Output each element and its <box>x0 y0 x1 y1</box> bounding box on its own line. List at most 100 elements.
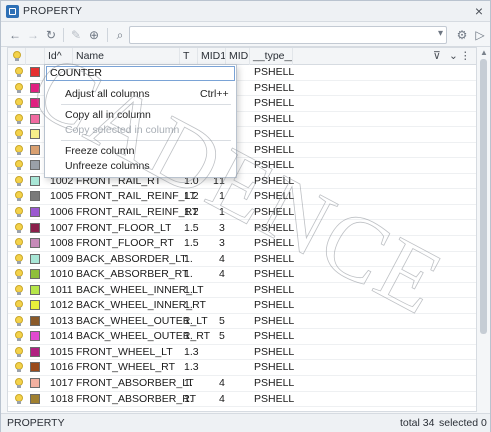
color-swatch[interactable] <box>30 82 40 93</box>
color-swatch[interactable] <box>30 331 40 342</box>
lightbulb-icon[interactable] <box>15 113 23 125</box>
color-swatch[interactable] <box>30 206 40 217</box>
cell-mid: 5 <box>219 314 225 327</box>
color-swatch[interactable] <box>30 253 40 264</box>
vertical-scrollbar[interactable]: ▲ <box>478 47 489 412</box>
cell-mid: 4 <box>219 252 225 265</box>
column-header-t[interactable]: T <box>180 48 198 65</box>
lightbulb-icon[interactable] <box>15 144 23 156</box>
table-row[interactable]: 1016 FRONT_WHEEL_RT 1.3 PSHELL <box>8 360 476 376</box>
table-row[interactable]: 1013 BACK_WHEEL_OUTER_LT 1. 5 PSHELL <box>8 314 476 330</box>
lightbulb-icon[interactable] <box>15 346 23 358</box>
color-swatch[interactable] <box>30 67 40 77</box>
zoom-icon[interactable]: ⊕ <box>85 26 103 44</box>
color-swatch[interactable] <box>30 144 40 155</box>
color-swatch[interactable] <box>30 222 40 233</box>
color-swatch[interactable] <box>30 175 40 186</box>
lightbulb-icon[interactable] <box>15 238 23 249</box>
column-header-type[interactable]: __type__ <box>250 48 293 65</box>
lightbulb-icon[interactable] <box>15 315 23 327</box>
color-swatch[interactable] <box>30 300 40 311</box>
table-row[interactable]: 1010 BACK_ABSORBER_RT 1. 4 PSHELL <box>8 267 476 283</box>
lightbulb-icon[interactable] <box>15 222 23 234</box>
lightbulb-icon[interactable] <box>15 331 23 342</box>
table-row[interactable]: 1008 FRONT_FLOOR_RT 1.5 3 PSHELL <box>8 236 476 252</box>
color-swatch[interactable] <box>30 346 40 357</box>
search-dropdown-icon[interactable]: ▾ <box>438 28 443 39</box>
lightbulb-icon[interactable] <box>15 175 23 187</box>
cell-id: 1015 <box>50 345 74 358</box>
cell-name: FRONT_FLOOR_RT <box>76 237 174 250</box>
cell-t: 1. <box>184 377 193 389</box>
color-swatch[interactable] <box>30 315 40 326</box>
search-field[interactable] <box>130 27 426 43</box>
color-swatch[interactable] <box>30 160 40 171</box>
table-row[interactable]: 1015 FRONT_WHEEL_LT 1.3 PSHELL <box>8 345 476 361</box>
lightbulb-icon[interactable] <box>15 191 23 202</box>
cell-mid: 3 <box>219 237 225 250</box>
table-row[interactable]: 1006 FRONT_RAIL_REINF_RT 1.2 1 PSHELL <box>8 205 476 221</box>
color-swatch[interactable] <box>30 378 40 388</box>
color-swatch[interactable] <box>30 191 40 202</box>
lightbulb-icon[interactable] <box>15 362 23 373</box>
lightbulb-icon[interactable] <box>15 129 23 140</box>
cell-t: 1.3 <box>184 361 199 374</box>
play-icon[interactable]: ▷ <box>471 26 489 44</box>
color-swatch[interactable] <box>30 129 40 140</box>
color-swatch[interactable] <box>30 238 40 249</box>
lightbulb-icon[interactable] <box>15 206 23 218</box>
column-header-color[interactable] <box>26 48 45 65</box>
lightbulb-icon[interactable] <box>15 393 23 405</box>
table-row[interactable]: 1011 BACK_WHEEL_INNER_LT 1. PSHELL <box>8 283 476 299</box>
cell-id: 1009 <box>50 252 74 265</box>
color-swatch[interactable] <box>30 98 40 109</box>
color-swatch[interactable] <box>30 269 40 280</box>
column-header-visibility[interactable] <box>8 48 26 65</box>
lightbulb-icon[interactable] <box>15 82 23 94</box>
lightbulb-icon[interactable] <box>15 160 23 171</box>
table-row[interactable]: 1012 BACK_WHEEL_INNER_RT 1. PSHELL <box>8 298 476 314</box>
lightbulb-icon[interactable] <box>15 300 23 311</box>
lightbulb-icon[interactable] <box>15 269 23 280</box>
lightbulb-icon[interactable] <box>15 98 23 109</box>
scrollbar-thumb[interactable] <box>480 59 487 334</box>
refresh-icon[interactable]: ↻ <box>42 26 60 44</box>
menu-item-freeze-column[interactable]: Freeze column <box>65 145 134 157</box>
lightbulb-icon[interactable] <box>15 378 23 389</box>
table-row[interactable]: 1009 BACK_ABSORDER_LT 1. 4 PSHELL <box>8 252 476 268</box>
search-input[interactable]: ▾ <box>129 26 447 44</box>
table-row[interactable]: 1007 FRONT_FLOOR_LT 1.5 3 PSHELL <box>8 221 476 236</box>
pin-icon[interactable]: ✎ <box>67 26 85 44</box>
search-icon[interactable]: ⌕ <box>111 26 129 44</box>
filter-icon[interactable]: ⊽ <box>430 48 446 65</box>
lightbulb-icon[interactable] <box>15 67 23 78</box>
table-row[interactable]: 1018 FRONT_ABSORBER_RT 1. 4 PSHELL <box>8 392 476 408</box>
cell-id: 1008 <box>50 237 74 250</box>
column-header-id[interactable]: Id^ <box>45 48 73 65</box>
color-swatch[interactable] <box>30 393 40 404</box>
color-swatch[interactable] <box>30 113 40 124</box>
menu-item-copy-all-in-column[interactable]: Copy all in column <box>65 109 151 121</box>
color-swatch[interactable] <box>30 362 40 373</box>
settings-icon[interactable]: ⚙ <box>453 26 471 44</box>
menu-item-unfreeze-columns[interactable]: Unfreeze columns <box>65 160 150 172</box>
table-row[interactable]: 1005 FRONT_RAIL_REINF_LT 1.2 1 PSHELL <box>8 189 476 205</box>
lightbulb-icon[interactable] <box>15 253 23 265</box>
lightbulb-icon[interactable] <box>15 284 23 296</box>
column-name-input[interactable]: COUNTER <box>46 66 235 81</box>
forward-arrow-icon[interactable]: → <box>24 26 42 44</box>
table-row[interactable]: 1014 BACK_WHEEL_OUTER_RT 1. 5 PSHELL <box>8 329 476 345</box>
menu-item-adjust-all-columns[interactable]: Adjust all columns <box>65 88 150 100</box>
cell-t: 1. <box>184 314 193 327</box>
table-row[interactable]: 1017 FRONT_ABSORBER_LT 1. 4 PSHELL <box>8 376 476 392</box>
column-settings-icon[interactable]: ⋮ <box>457 48 473 65</box>
color-swatch[interactable] <box>30 284 40 295</box>
column-header-mid1[interactable]: MID1 <box>198 48 226 65</box>
status-bar: PROPERTY total 34 selected 0 <box>1 413 490 432</box>
column-header-name[interactable]: Name <box>73 48 180 65</box>
column-header-mid[interactable]: MID <box>226 48 250 65</box>
back-arrow-icon[interactable]: ← <box>6 26 24 44</box>
close-icon[interactable]: × <box>475 3 483 19</box>
scroll-up-icon[interactable]: ▲ <box>480 48 488 57</box>
filter-dropdown-icon[interactable]: ⌄ <box>446 48 456 65</box>
